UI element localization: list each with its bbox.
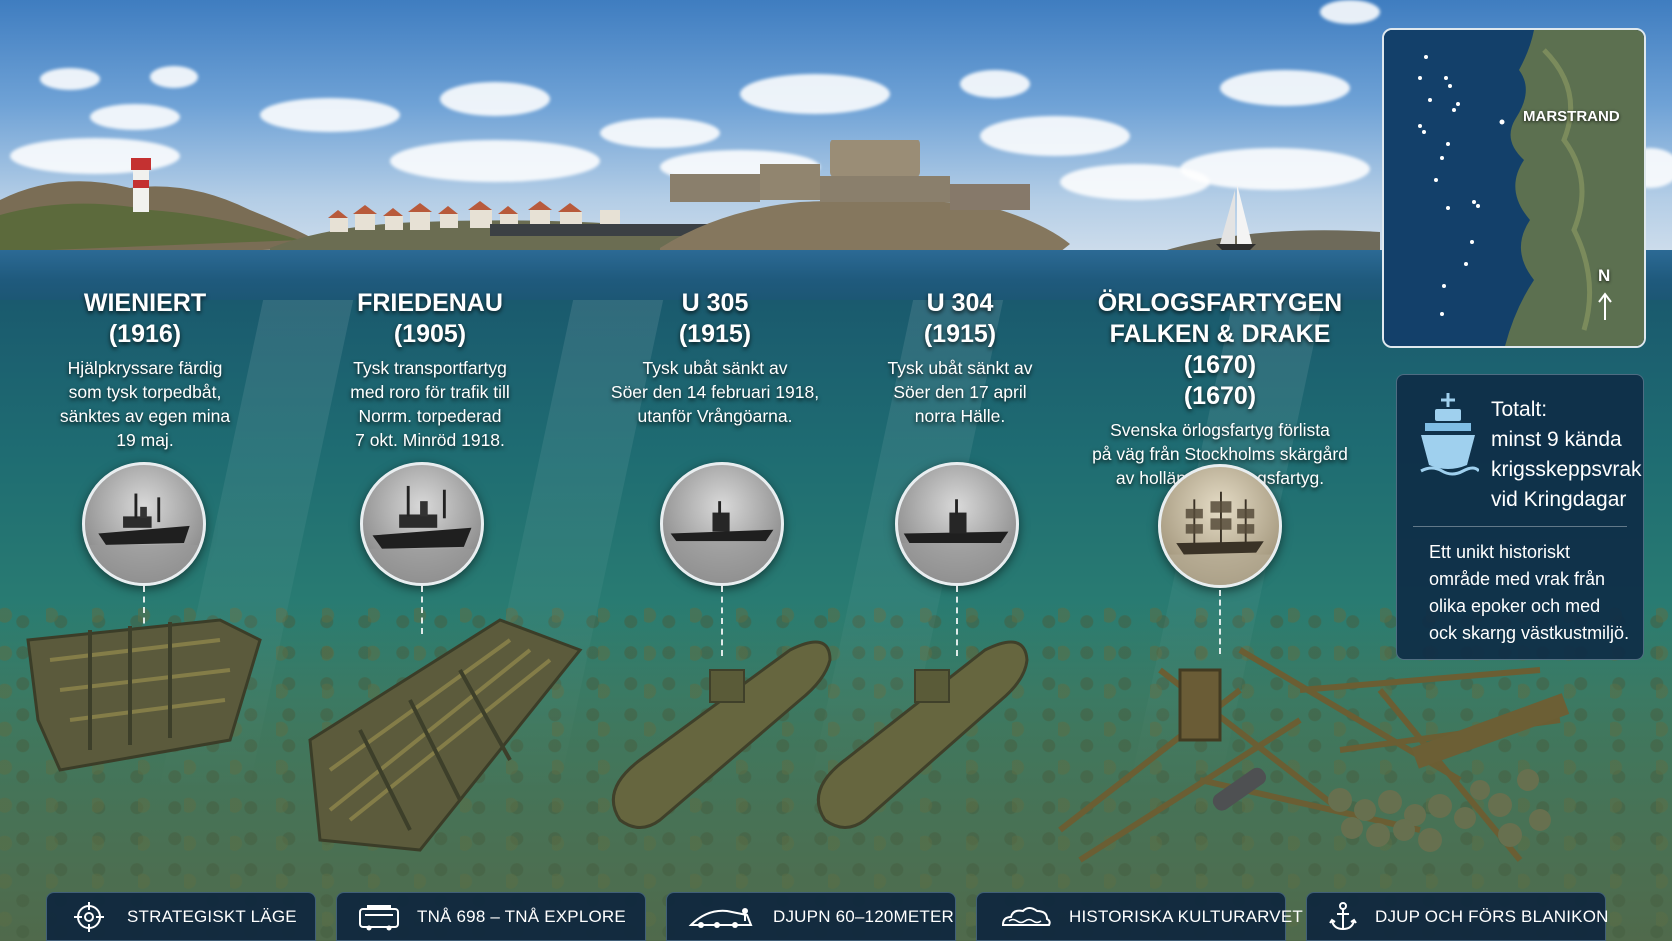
wreck-photo-friedenau[interactable] (360, 462, 484, 586)
badge-label: DJUP OCH FÖRS BLANIKON (1375, 906, 1609, 926)
badge-label: HISTORISKA KULTURARVET (1069, 906, 1303, 926)
wreck-photo-u304[interactable] (895, 462, 1019, 586)
wreck-year: (1916) (108, 320, 182, 348)
badge-tna-explore[interactable]: TNÅ 698 – TNÅ EXPLORE (336, 892, 646, 941)
map-north-label: N (1598, 266, 1611, 285)
wreck-name: ÖRLOGSFARTYGEN (1097, 289, 1343, 317)
wreck-friedenau: FRIEDENAU (1905) Tysk transportfartyg med… (310, 288, 550, 452)
wreck-debris-field (1058, 647, 1570, 863)
map-graphic (1384, 30, 1644, 346)
wreck-year: (1905) (393, 320, 467, 348)
anchor-icon (1327, 901, 1359, 933)
total-count-text: Totalt: minst 9 kända krigsskeppsvrak vi… (1491, 398, 1642, 511)
wreck-description: Hjälpkryssare färdig som tysk torpedbåt, … (59, 358, 231, 450)
wreck-description: Tysk ubåt sänkt av Söer den 14 februari 1… (610, 358, 820, 426)
badge-strategiskt-lage[interactable]: STRATEGISKT LÄGE (46, 892, 316, 941)
badge-historiska-kulturarvet[interactable]: HISTORISKA KULTURARVET (976, 892, 1303, 941)
steamship-icon (363, 485, 481, 583)
crosshair-icon (67, 901, 111, 933)
infographic-scene: WIENIERT (1916) Hjälpkryssare färdig som … (0, 0, 1672, 941)
wreck-photo-wieniert[interactable] (82, 462, 206, 586)
summary-description: Ett unikt historiskt område med vrak frå… (1429, 542, 1630, 643)
wreck-hull-u305 (611, 640, 832, 829)
wreck-name: WIENIERT (83, 289, 207, 317)
wreck-orlogsfartygen: ÖRLOGSFARTYGEN FALKEN & DRAKE (1670) (16… (1070, 288, 1370, 490)
wreck-photo-orlogsfartygen[interactable] (1158, 464, 1282, 588)
wreck-year-extra: (1670) (1183, 382, 1257, 410)
wreck-description: Tysk transportfartyg med roro för trafik … (350, 358, 510, 450)
badge-djup-och-fors[interactable]: DJUP OCH FÖRS BLANIKON (1306, 892, 1609, 941)
wreck-year: FALKEN & DRAKE (1670) (1109, 320, 1331, 379)
wreck-hull-wieniert (26, 618, 262, 772)
sailing-warship-icon (1161, 491, 1279, 585)
wreck-u305: U 305 (1915) Tysk ubåt sänkt av Söer den … (600, 288, 830, 428)
wreck-hull-friedenau (308, 618, 583, 852)
badge-label: STRATEGISKT LÄGE (127, 906, 297, 926)
summary-panel: Totalt: minst 9 kända krigsskeppsvrak vi… (1396, 374, 1644, 660)
wreck-photo-u305[interactable] (660, 462, 784, 586)
wreck-year: (1915) (678, 320, 752, 348)
panel-divider (1413, 526, 1627, 527)
wreck-name: FRIEDENAU (357, 289, 503, 317)
wreck-u304: U 304 (1915) Tysk ubåt sänkt av Söer den … (855, 288, 1065, 428)
ship-icon (1420, 393, 1479, 476)
cloud-wave-icon (997, 901, 1053, 933)
submarine-icon (663, 501, 781, 583)
wreck-name: U 304 (926, 289, 994, 317)
location-map[interactable]: MARSTRAND N (1382, 28, 1646, 348)
dive-boat-icon (687, 901, 757, 933)
submarine-icon (898, 499, 1016, 583)
vehicle-icon (357, 901, 401, 933)
badge-djupn[interactable]: DJUPN 60–120METER (666, 892, 956, 941)
wreck-wieniert: WIENIERT (1916) Hjälpkryssare färdig som … (30, 288, 260, 452)
wreck-hull-u304 (816, 640, 1029, 829)
badge-label: DJUPN 60–120METER (773, 906, 955, 926)
wreck-description: Tysk ubåt sänkt av Söer den 17 april norr… (887, 358, 1033, 426)
map-place-label: MARSTRAND (1523, 108, 1620, 125)
wreck-name: U 305 (681, 289, 749, 317)
wreck-year: (1915) (923, 320, 997, 348)
badge-label: TNÅ 698 – TNÅ EXPLORE (417, 906, 626, 926)
steamship-icon (85, 493, 203, 583)
